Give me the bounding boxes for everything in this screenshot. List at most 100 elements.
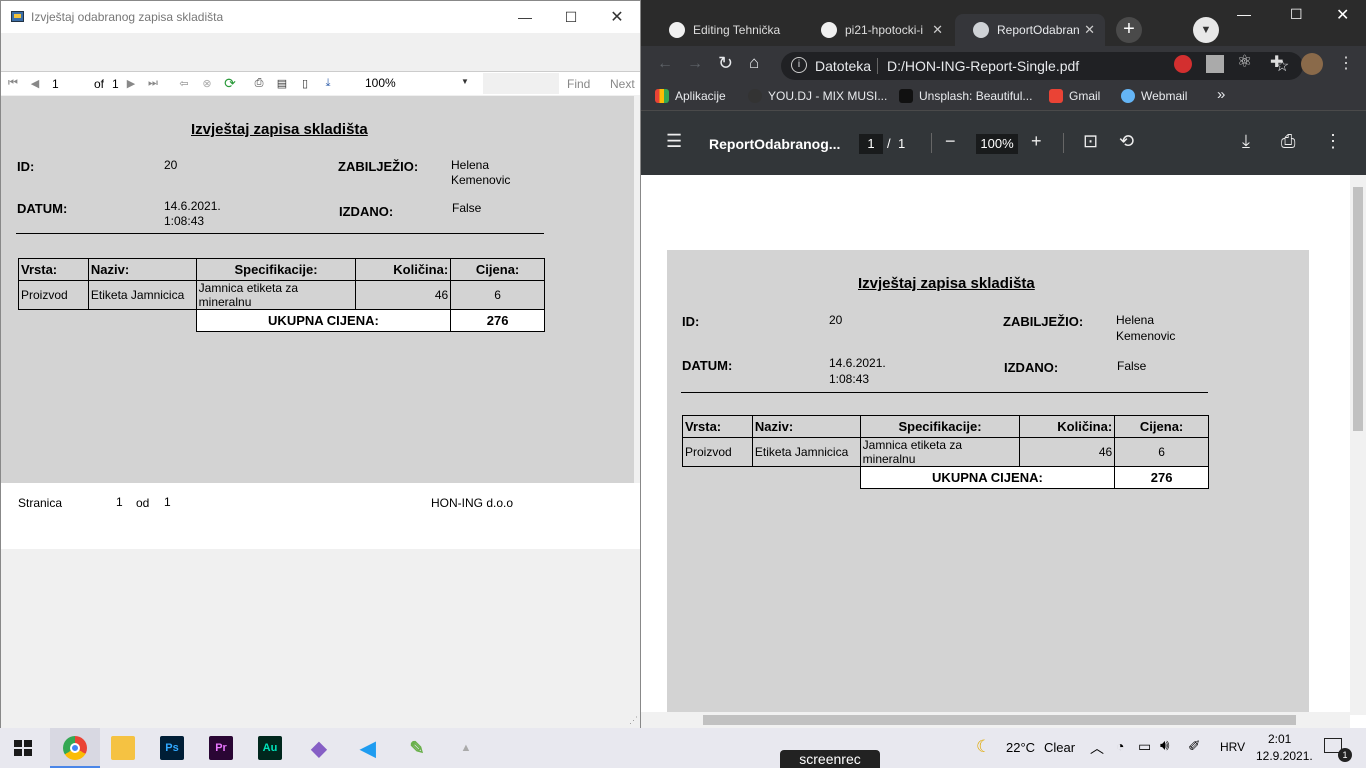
zoom-out-icon[interactable]: − xyxy=(945,131,956,152)
windows-start-icon[interactable] xyxy=(14,740,32,756)
next-page-icon[interactable]: ▶ xyxy=(123,75,139,91)
page-footer-num: 1 xyxy=(116,495,123,509)
resize-grip-icon[interactable]: ⋰ xyxy=(629,715,638,726)
avatar[interactable] xyxy=(1301,53,1323,75)
chevron-up-icon[interactable]: ︿ xyxy=(1090,738,1104,758)
omnibox[interactable]: i Datoteka D:/HON-ING-Report-Single.pdf … xyxy=(781,52,1303,80)
audition-icon[interactable]: Au xyxy=(258,736,282,760)
premiere-icon[interactable]: Pr xyxy=(209,736,233,760)
maximize-button[interactable]: ☐ xyxy=(1290,6,1303,23)
chevron-down-icon[interactable]: ▼ xyxy=(461,77,469,86)
close-button[interactable]: ✕ xyxy=(1336,5,1349,25)
taskbar: Ps Pr Au ◆ ◀ ✎ ▲ screenrec ☾ 22°C Clear … xyxy=(0,728,1366,768)
info-icon[interactable]: i xyxy=(791,57,807,73)
total-value: 276 xyxy=(1114,466,1209,489)
home-icon[interactable]: ⌂ xyxy=(749,53,759,73)
visual-studio-icon[interactable]: ◆ xyxy=(307,736,331,760)
minimize-button[interactable]: — xyxy=(502,1,548,33)
pdf-page-input[interactable]: 1 xyxy=(859,134,883,154)
export-icon[interactable]: ⤓ xyxy=(320,75,336,91)
bookmark-gmail[interactable]: Gmail xyxy=(1049,89,1100,103)
horizontal-scrollbar[interactable] xyxy=(641,712,1350,728)
language-indicator[interactable]: HRV xyxy=(1220,740,1245,754)
stop-icon[interactable]: ⊗ xyxy=(199,75,215,91)
tab-label: Editing Tehnička xyxy=(693,23,781,37)
scrollbar-thumb[interactable] xyxy=(703,715,1296,725)
maximize-button[interactable]: ☐ xyxy=(548,1,594,33)
page-setup-icon[interactable]: ▯ xyxy=(297,75,313,91)
network-icon[interactable]: ◔ xyxy=(1116,738,1124,754)
tab-report-active[interactable]: ReportOdabran ✕ xyxy=(955,14,1105,46)
tab-search-icon[interactable]: ▼ xyxy=(1193,17,1219,43)
close-icon[interactable]: ✕ xyxy=(932,22,943,38)
forward-icon[interactable]: → xyxy=(687,55,703,73)
bookmark-unsplash[interactable]: Unsplash: Beautiful... xyxy=(899,89,1032,103)
print-layout-icon[interactable]: ▤ xyxy=(274,75,290,91)
find-button[interactable]: Find xyxy=(567,77,590,91)
pen-icon[interactable]: ✐ xyxy=(1188,737,1201,755)
bookmarks-more[interactable]: » xyxy=(1217,86,1225,103)
more-icon[interactable]: ⋮ xyxy=(1324,131,1342,152)
rotate-icon[interactable]: ⟲ xyxy=(1119,131,1134,152)
back-icon[interactable]: ← xyxy=(657,55,673,73)
download-icon[interactable]: ⤓ xyxy=(1242,131,1250,152)
photoshop-icon[interactable]: Ps xyxy=(160,736,184,760)
adblock-icon[interactable] xyxy=(1174,55,1192,73)
close-icon[interactable]: ✕ xyxy=(1084,22,1095,38)
scrollbar-thumb[interactable] xyxy=(1353,187,1363,431)
page-input[interactable]: 1 xyxy=(47,74,89,93)
recorded-by-line2: Kemenovic xyxy=(451,173,511,187)
bookmark-apps[interactable]: Aplikacije xyxy=(655,89,726,103)
pdf-zoom-input[interactable]: 100% xyxy=(976,134,1018,154)
clock-time[interactable]: 2:01 xyxy=(1268,732,1291,746)
scrollbar[interactable] xyxy=(634,96,640,483)
vertical-scrollbar[interactable] xyxy=(1350,175,1366,715)
total-row: UKUPNA CIJENA: 276 xyxy=(19,309,545,332)
total-value: 276 xyxy=(450,309,545,332)
reload-icon[interactable]: ↻ xyxy=(718,53,733,74)
cell-type: Proizvod xyxy=(18,280,89,310)
battery-icon[interactable]: ▭ xyxy=(1138,738,1151,755)
prev-page-icon[interactable]: ◀ xyxy=(27,75,43,91)
zoom-in-icon[interactable]: + xyxy=(1031,131,1042,152)
bookmark-youdj[interactable]: YOU.DJ - MIX MUSI... xyxy=(748,89,887,103)
issued-value: False xyxy=(452,201,482,215)
menu-icon[interactable]: ⋮ xyxy=(1338,53,1354,73)
file-explorer-icon[interactable] xyxy=(111,736,135,760)
fit-page-icon[interactable]: ⊡ xyxy=(1083,131,1098,152)
bookmark-webmail[interactable]: Webmail xyxy=(1121,89,1187,103)
app-icon[interactable]: ▲ xyxy=(454,736,478,760)
pdf-doc-title: ReportOdabranog... xyxy=(709,136,841,152)
zoom-select[interactable]: 100% xyxy=(361,74,473,93)
next-button[interactable]: Next xyxy=(610,77,635,91)
extension-icon[interactable] xyxy=(1206,55,1224,73)
pdf-toolbar: ☰ ReportOdabranog... 1 / 1 − 100% + ⊡ ⟲ … xyxy=(641,111,1366,175)
tab-editing[interactable]: Editing Tehnička xyxy=(651,14,801,46)
refresh-icon[interactable]: ⟳ xyxy=(222,75,238,91)
minimize-button[interactable]: — xyxy=(1237,6,1251,22)
cell-price: 6 xyxy=(1114,437,1209,467)
unsplash-icon xyxy=(899,89,913,103)
chrome-taskbar-button[interactable] xyxy=(50,728,100,768)
report-title: Izvještaj zapisa skladišta xyxy=(858,275,1035,292)
back-icon[interactable]: ⇦ xyxy=(176,75,192,91)
paint-icon[interactable]: ✎ xyxy=(405,736,429,760)
volume-icon[interactable]: 🔊︎ xyxy=(1160,737,1169,754)
clock-date[interactable]: 12.9.2021. xyxy=(1256,749,1313,763)
of-label: of xyxy=(94,77,105,91)
new-tab-button[interactable]: + xyxy=(1116,17,1142,43)
last-page-icon[interactable]: ⏭ xyxy=(145,75,161,91)
find-input[interactable] xyxy=(483,73,559,94)
first-page-icon[interactable]: ⏮ xyxy=(5,75,21,91)
vscode-icon[interactable]: ◀ xyxy=(356,736,380,760)
weather-desc[interactable]: Clear xyxy=(1044,740,1075,755)
print-icon[interactable]: ⎙ xyxy=(251,75,267,91)
weather-temp[interactable]: 22°C xyxy=(1006,740,1035,755)
tab-pi21[interactable]: pi21-hpotocki-i ✕ xyxy=(803,14,953,46)
hamburger-icon[interactable]: ☰ xyxy=(666,131,682,152)
react-icon[interactable]: ⚛ xyxy=(1237,52,1252,72)
puzzle-icon[interactable]: ✚ xyxy=(1270,52,1283,72)
print-icon[interactable]: ⎙ xyxy=(1281,131,1295,152)
close-button[interactable]: ✕ xyxy=(594,1,640,33)
report-toolbar: ⏮ ◀ 1 of 1 ▶ ⏭ ⇦ ⊗ ⟳ ⎙ ▤ ▯ ⤓ 100% ▼ Find… xyxy=(1,71,640,95)
